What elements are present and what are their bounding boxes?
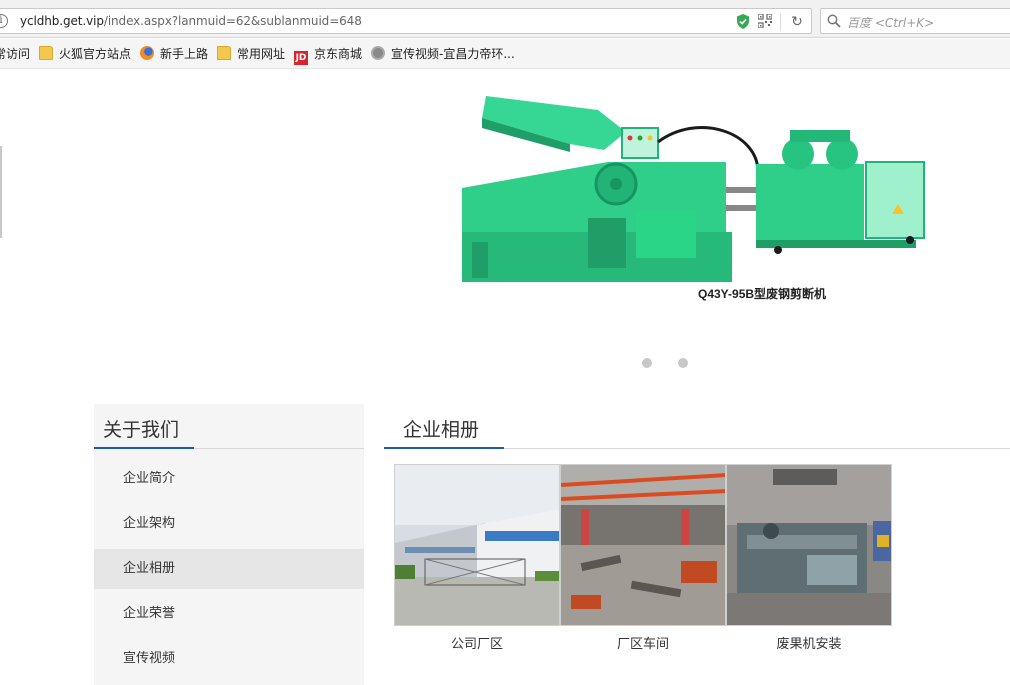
url-path: /index.aspx?lanmuid=62&sublanmuid=648 [103,14,362,28]
bookmark-label: 常用网址 [237,47,286,61]
sidebar-item-structure[interactable]: 企业架构 [94,504,364,544]
banner-prev-tab[interactable] [0,146,2,238]
url-bar[interactable]: i ycldhb.get.vip/index.aspx?lanmuid=62&s… [0,8,812,34]
photo-installation[interactable] [726,464,892,626]
photo-installation-image [727,465,891,625]
bookmark-common-sites[interactable]: 常用网址 [217,46,285,62]
search-icon [827,14,841,28]
bookmark-label: 火狐官方站点 [59,47,132,61]
sidebar-item-video[interactable]: 宣传视频 [94,639,364,679]
sidebar-item-album[interactable]: 企业相册 [94,549,364,589]
firefox-icon [140,46,154,60]
sidebar-item-intro[interactable]: 企业简介 [94,459,364,499]
url-text[interactable]: ycldhb.get.vip/index.aspx?lanmuid=62&sub… [20,14,362,28]
folder-icon [39,46,53,60]
photo-workshop-image [561,465,725,625]
shield-icon[interactable] [736,14,750,29]
sidebar-item-honors[interactable]: 企业荣誉 [94,594,364,634]
search-placeholder: 百度 <Ctrl+K> [847,16,935,30]
photo-factory-area[interactable] [394,464,560,626]
bookmark-label: 京东商城 [314,47,363,61]
photo-caption[interactable]: 废果机安装 [726,633,892,652]
photo-caption[interactable]: 公司厂区 [394,633,560,652]
url-host: ycldhb.get.vip [20,14,104,28]
bookmark-frequent[interactable]: 常访问 [0,46,30,62]
site-info-icon[interactable]: i [0,14,8,28]
banner-machine-image[interactable] [458,92,928,287]
search-input[interactable]: 百度 <Ctrl+K> [820,8,1010,34]
slide-dot-2[interactable] [678,358,688,368]
jd-icon: JD [294,51,308,65]
bookmark-label: 常访问 [0,47,31,61]
sidebar-title: 关于我们 [103,419,180,441]
bookmark-getting-started[interactable]: 新手上路 [140,46,208,62]
photo-workshop[interactable] [560,464,726,626]
slide-dot-1[interactable] [642,358,652,368]
folder-icon [217,46,231,60]
qr-code-icon[interactable] [758,14,772,28]
sidebar-header: 关于我们 [94,404,364,449]
bookmarks-bar: 常访问 火狐官方站点 新手上路 常用网址 JD 京东商城 宣传视频-宜昌力帝环..… [0,39,1010,69]
sidebar-title-underline [94,447,194,449]
photo-factory-area-image [395,465,559,625]
bookmark-label: 宣传视频-宜昌力帝环... [391,47,515,61]
bookmark-firefox-site[interactable]: 火狐官方站点 [39,46,131,62]
address-toolbar: i ycldhb.get.vip/index.aspx?lanmuid=62&s… [0,0,1010,38]
page-title: 企业相册 [403,419,480,441]
photo-caption[interactable]: 厂区车间 [560,633,726,652]
content-header: 企业相册 [384,404,1010,449]
bookmark-jd[interactable]: JD 京东商城 [294,46,363,65]
banner-caption: Q43Y-95B型废钢剪断机 [698,287,827,301]
bookmark-promo-video[interactable]: 宣传视频-宜昌力帝环... [371,46,515,62]
sidebar: 关于我们 企业简介 企业架构 企业相册 企业荣誉 宣传视频 [94,404,364,685]
bookmark-label: 新手上路 [160,47,209,61]
url-bar-divider [780,13,781,31]
globe-icon [371,46,385,60]
reload-icon[interactable]: ↻ [788,14,806,30]
content-title-underline [384,447,504,449]
